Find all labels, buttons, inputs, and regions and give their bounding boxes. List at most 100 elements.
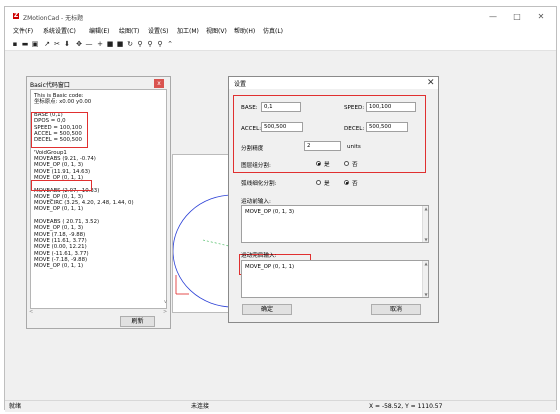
toolbar: ▪ ▬ ▣ ↗ ✂ ⬇ ✥ — + ■ ■ ↻ ⚲ ⚲ ⚲ ⌃	[5, 38, 556, 51]
scroll-left-icon[interactable]: <	[29, 309, 33, 315]
zoom-fit-icon[interactable]: ⚲	[156, 40, 164, 48]
post-motion-scrollbar[interactable]: ▲ ▼	[422, 261, 428, 297]
minimize-button[interactable]: —	[486, 12, 500, 22]
base-input[interactable]: 0,1	[261, 102, 301, 112]
accel-label: ACCEL:	[241, 126, 262, 132]
blue-arc	[173, 194, 233, 308]
new-file-icon[interactable]: ▪	[11, 40, 19, 48]
code-line: MOVE (11.61, 3.77)	[34, 237, 87, 244]
close-button[interactable]: ✕	[534, 12, 548, 22]
menu-view[interactable]: 视图(V)	[206, 27, 227, 37]
menu-draw[interactable]: 绘图(T)	[119, 27, 139, 37]
scroll-up-icon[interactable]: ▲	[423, 261, 429, 266]
zoom-out-icon[interactable]: ⚲	[146, 40, 154, 48]
scroll-down-icon[interactable]: v	[164, 299, 167, 305]
decel-label: DECEL:	[344, 126, 365, 132]
code-line: MOVE_OP (0, 1, 1)	[34, 206, 84, 213]
speed-input[interactable]: 100,100	[366, 102, 416, 112]
drawing-canvas[interactable]	[172, 154, 233, 313]
panel-title: Basic代码窗口	[30, 82, 70, 89]
speed-label: SPEED:	[344, 105, 365, 111]
code-line: 'VoidGroup1	[34, 149, 67, 156]
maximize-button[interactable]: □	[510, 12, 524, 22]
code-line: MOVE (-7.18, -9.88)	[34, 256, 88, 263]
dialog-close-button[interactable]: ✕	[427, 77, 435, 89]
lock-icon[interactable]: ■	[106, 40, 114, 48]
code-line: MOVECIRC (3.25, 4.20, 2.48, 1.44, 0)	[34, 200, 134, 207]
code-line: MOVE_OP (0, 1, 3)	[34, 162, 84, 169]
status-ready: 就绪	[9, 403, 22, 410]
resolution-unit: units	[347, 144, 361, 150]
menu-edit[interactable]: 编辑(E)	[89, 27, 109, 37]
zoom-in-icon[interactable]: ⚲	[136, 40, 144, 48]
code-line: MOVE (11.91, 14.63)	[34, 168, 91, 175]
scroll-right-icon[interactable]: >	[163, 309, 167, 315]
group-split-yes-radio[interactable]	[316, 161, 321, 166]
code-line: MOVEABS ( 20.71, 3.52)	[34, 219, 100, 225]
status-connection: 未连接	[191, 403, 210, 410]
menu-file[interactable]: 文件(F)	[13, 27, 33, 37]
unlock-icon[interactable]: ■	[116, 40, 124, 48]
resolution-input[interactable]: 2	[304, 141, 341, 151]
pre-motion-textarea[interactable]: MOVE_OP (0, 1, 3) ▲ ▼	[241, 205, 429, 243]
arc-split-no-label: 否	[352, 181, 358, 187]
pan-icon[interactable]: ⌃	[166, 40, 174, 48]
menu-machining[interactable]: 加工(M)	[177, 27, 199, 37]
panel-close-button[interactable]: x	[154, 79, 164, 88]
code-line: MOVE (7.18, -9.88)	[34, 231, 86, 238]
code-line: MOVE (-11.61, 3.77)	[34, 250, 89, 257]
app-logo-icon: Z	[13, 12, 19, 19]
post-motion-textarea[interactable]: MOVE_OP (0, 1, 1) ▲ ▼	[241, 260, 429, 298]
code-line: MOVE (0.00, 12.21)	[34, 244, 87, 251]
cancel-button[interactable]: 取消	[371, 304, 421, 315]
scroll-up-icon[interactable]: ▲	[423, 206, 429, 211]
window-title: ZMotionCad - 无标题	[23, 15, 84, 22]
group-split-no-label: 否	[352, 162, 358, 168]
download-icon[interactable]: ⬇	[63, 40, 71, 48]
resolution-label: 分割精度	[241, 146, 264, 152]
canvas-drawing	[173, 194, 233, 308]
menu-help[interactable]: 帮助(H)	[234, 27, 255, 37]
group-split-no-radio[interactable]	[344, 161, 349, 166]
group-split-yes-label: 是	[324, 162, 330, 168]
move-icon[interactable]: ✥	[75, 40, 83, 48]
post-motion-label: 运动完后输入:	[241, 253, 277, 259]
arc-split-yes-radio[interactable]	[316, 180, 321, 185]
dialog-title: 设置	[234, 81, 247, 88]
params-highlight	[31, 112, 88, 148]
menu-bar: 文件(F) 系统设置(C) 编辑(E) 绘图(T) 设置(S) 加工(M) 视图…	[5, 27, 556, 37]
basic-code-panel: Basic代码窗口 x This is Basic code: 坐标原点: x0.…	[26, 76, 171, 329]
arc-split-no-radio[interactable]	[344, 180, 349, 185]
group-split-label: 图层组分割:	[241, 163, 271, 169]
cursor-icon[interactable]: ↗	[43, 40, 51, 48]
accel-input[interactable]: 500,500	[261, 122, 303, 132]
code-line: MOVE_OP (0, 1, 3)	[34, 193, 84, 200]
status-coordinates: X = -58.52, Y = 1110.57	[369, 403, 443, 410]
pre-motion-label: 运动前输入:	[241, 199, 271, 205]
scissors-icon[interactable]: ✂	[53, 40, 61, 48]
scroll-down-icon[interactable]: ▼	[423, 237, 429, 242]
settings-dialog: 设置 ✕ BASE: 0,1 SPEED: 100,100 ACCEL: 500…	[228, 76, 439, 323]
save-icon[interactable]: ▣	[31, 40, 39, 48]
menu-settings[interactable]: 设置(S)	[148, 27, 169, 37]
rotate-icon[interactable]: ↻	[126, 40, 134, 48]
line-icon[interactable]: —	[85, 40, 93, 48]
scroll-down-icon[interactable]: ▼	[423, 292, 429, 297]
pre-motion-scrollbar[interactable]: ▲ ▼	[422, 206, 428, 242]
code-line: 坐标原点: x0.00 y0.00	[34, 99, 92, 106]
move-op-highlight	[31, 180, 92, 191]
arc-split-label: 弧线细化分割:	[241, 181, 277, 187]
arc-split-yes-label: 是	[324, 181, 330, 187]
status-bar: 就绪 未连接 X = -58.52, Y = 1110.57	[5, 400, 556, 412]
title-bar: Z ZMotionCad - 无标题 — □ ✕	[5, 7, 556, 27]
dialog-title-bar: 设置 ✕	[229, 77, 438, 89]
open-folder-icon[interactable]: ▬	[21, 40, 29, 48]
menu-system-settings[interactable]: 系统设置(C)	[43, 27, 76, 37]
menu-simulation[interactable]: 仿真(L)	[263, 27, 283, 37]
refresh-button[interactable]: 刷新	[120, 316, 155, 327]
decel-input[interactable]: 500,500	[366, 122, 408, 132]
code-line: MOVEABS (9.21, -0.74)	[34, 156, 96, 162]
ok-button[interactable]: 确定	[242, 304, 292, 315]
crosshair-icon[interactable]: +	[96, 40, 104, 48]
base-label: BASE:	[241, 105, 258, 111]
